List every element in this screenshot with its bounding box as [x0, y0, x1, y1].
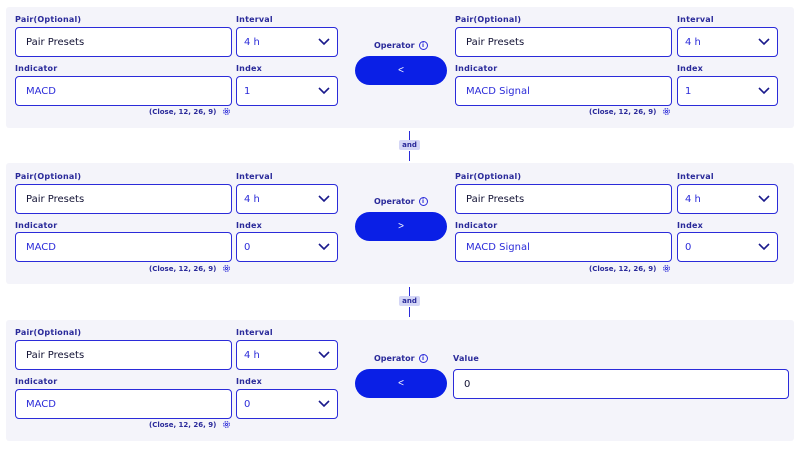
info-icon[interactable]: i: [418, 197, 428, 206]
index-value: 1: [244, 85, 251, 97]
indicator-params: (Close, 12, 26, 9): [149, 107, 231, 116]
operator-label: Operator i: [374, 41, 428, 50]
indicator-label: Indicator: [455, 64, 498, 73]
connector-line: [409, 287, 410, 296]
pair-label: Pair(Optional): [15, 328, 82, 337]
index-select[interactable]: 0: [236, 232, 338, 262]
interval-select[interactable]: 4 h: [677, 184, 778, 214]
chevron-down-icon: [318, 351, 330, 359]
value-input[interactable]: 0: [453, 369, 789, 399]
interval-value: 4 h: [685, 193, 701, 205]
indicator-input[interactable]: MACD Signal: [455, 76, 672, 106]
indicator-input[interactable]: MACD: [15, 389, 232, 419]
indicator-params: (Close, 12, 26, 9): [149, 420, 231, 429]
info-icon[interactable]: i: [418, 41, 428, 50]
indicator-input[interactable]: MACD: [15, 232, 232, 262]
interval-value: 4 h: [244, 36, 260, 48]
interval-label: Interval: [236, 328, 273, 337]
connector-line: [409, 151, 410, 161]
pair-label: Pair(Optional): [15, 172, 82, 181]
connector-line: [409, 307, 410, 317]
indicator-params: (Close, 12, 26, 9): [589, 107, 671, 116]
index-label: Index: [677, 221, 703, 230]
chevron-down-icon: [318, 195, 330, 203]
and-connector[interactable]: and: [399, 296, 420, 306]
indicator-params-text: (Close, 12, 26, 9): [149, 107, 217, 116]
interval-label: Interval: [236, 172, 273, 181]
index-value: 1: [685, 85, 692, 97]
chevron-down-icon: [758, 38, 770, 46]
index-label: Index: [677, 64, 703, 73]
info-icon[interactable]: i: [418, 354, 428, 363]
indicator-label: Indicator: [15, 221, 58, 230]
gear-icon[interactable]: [222, 107, 231, 116]
operator-label-text: Operator: [374, 41, 415, 50]
gear-icon[interactable]: [222, 420, 231, 429]
interval-label: Interval: [236, 15, 273, 24]
pair-presets-input[interactable]: Pair Presets: [15, 27, 232, 57]
interval-select[interactable]: 4 h: [236, 27, 338, 57]
operator-button[interactable]: <: [355, 56, 447, 85]
interval-value: 4 h: [244, 193, 260, 205]
chevron-down-icon: [758, 243, 770, 251]
indicator-params-text: (Close, 12, 26, 9): [589, 264, 657, 273]
interval-label: Interval: [677, 172, 714, 181]
gear-icon[interactable]: [662, 264, 671, 273]
indicator-params: (Close, 12, 26, 9): [589, 264, 671, 273]
indicator-label: Indicator: [15, 377, 58, 386]
pair-label: Pair(Optional): [15, 15, 82, 24]
index-select[interactable]: 1: [236, 76, 338, 106]
indicator-label: Indicator: [455, 221, 498, 230]
interval-select[interactable]: 4 h: [236, 184, 338, 214]
indicator-params-text: (Close, 12, 26, 9): [149, 420, 217, 429]
operator-label-text: Operator: [374, 354, 415, 363]
operator-label: Operator i: [374, 197, 428, 206]
operator-label-text: Operator: [374, 197, 415, 206]
connector-line: [409, 131, 410, 140]
interval-select[interactable]: 4 h: [236, 340, 338, 370]
index-value: 0: [244, 398, 251, 410]
interval-value: 4 h: [685, 36, 701, 48]
chevron-down-icon: [318, 243, 330, 251]
value-label: Value: [453, 354, 480, 363]
chevron-down-icon: [758, 195, 770, 203]
index-value: 0: [244, 241, 251, 253]
pair-presets-input[interactable]: Pair Presets: [455, 27, 672, 57]
chevron-down-icon: [318, 87, 330, 95]
index-select[interactable]: 1: [677, 76, 778, 106]
indicator-input[interactable]: MACD Signal: [455, 232, 672, 262]
indicator-label: Indicator: [15, 64, 58, 73]
operator-label: Operator i: [374, 354, 428, 363]
chevron-down-icon: [318, 400, 330, 408]
pair-label: Pair(Optional): [455, 172, 522, 181]
operator-button[interactable]: <: [355, 369, 447, 398]
gear-icon[interactable]: [662, 107, 671, 116]
pair-label: Pair(Optional): [455, 15, 522, 24]
indicator-input[interactable]: MACD: [15, 76, 232, 106]
chevron-down-icon: [318, 38, 330, 46]
index-label: Index: [236, 377, 262, 386]
interval-value: 4 h: [244, 349, 260, 361]
pair-presets-input[interactable]: Pair Presets: [455, 184, 672, 214]
interval-label: Interval: [677, 15, 714, 24]
pair-presets-input[interactable]: Pair Presets: [15, 184, 232, 214]
index-label: Index: [236, 64, 262, 73]
indicator-params: (Close, 12, 26, 9): [149, 264, 231, 273]
index-select[interactable]: 0: [236, 389, 338, 419]
index-select[interactable]: 0: [677, 232, 778, 262]
chevron-down-icon: [758, 87, 770, 95]
operator-button[interactable]: >: [355, 212, 447, 241]
indicator-params-text: (Close, 12, 26, 9): [149, 264, 217, 273]
pair-presets-input[interactable]: Pair Presets: [15, 340, 232, 370]
and-connector[interactable]: and: [399, 140, 420, 150]
index-value: 0: [685, 241, 692, 253]
indicator-params-text: (Close, 12, 26, 9): [589, 107, 657, 116]
index-label: Index: [236, 221, 262, 230]
gear-icon[interactable]: [222, 264, 231, 273]
interval-select[interactable]: 4 h: [677, 27, 778, 57]
